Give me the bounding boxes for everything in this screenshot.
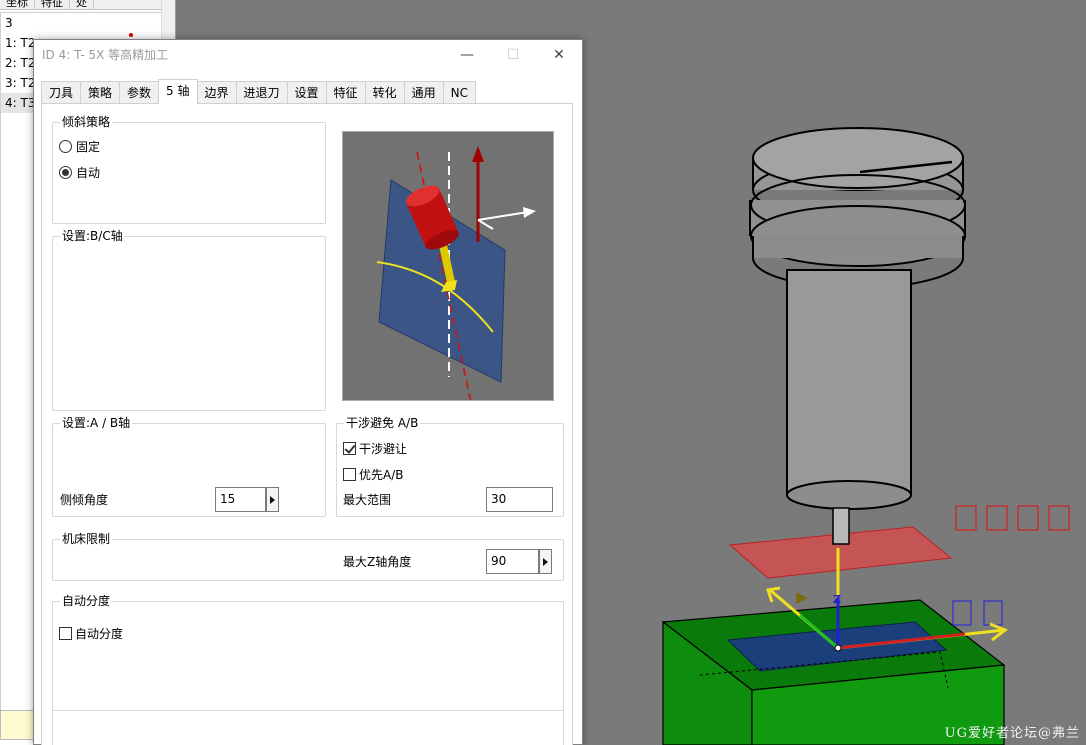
minimize-button[interactable]: —: [444, 40, 490, 69]
max-z-input[interactable]: 90: [486, 549, 539, 574]
radio-auto[interactable]: 自动: [59, 164, 100, 181]
prefer-ab-checkbox[interactable]: 优先A/B: [343, 466, 404, 483]
side-tilt-input[interactable]: 15: [215, 487, 266, 512]
list-group[interactable]: 3: [1, 13, 161, 33]
radio-circle[interactable]: [59, 140, 72, 153]
tab-features[interactable]: 特征: [325, 81, 366, 104]
max-range-input[interactable]: 30: [486, 487, 553, 512]
ab-axis-group: 设置:A / B轴 侧倾角度 15: [52, 415, 326, 517]
bc-axis-group: 设置:B/C轴: [52, 228, 326, 411]
status-dot: [129, 33, 133, 37]
header-col-1[interactable]: 特征: [35, 0, 70, 9]
ab-axis-title: 设置:A / B轴: [60, 415, 133, 431]
bc-axis-title: 设置:B/C轴: [60, 228, 125, 244]
auto-index-label: 自动分度: [75, 627, 124, 641]
collision-avoid-checkbox[interactable]: 干涉避让: [343, 440, 407, 457]
radio-auto-label: 自动: [76, 166, 101, 180]
tab-transform[interactable]: 转化: [364, 81, 405, 104]
checkbox-box[interactable]: [343, 442, 356, 455]
checkbox-box[interactable]: [59, 627, 72, 640]
tab-strip: 刀具 策略 参数 5 轴 边界 进退刀 设置 特征 转化 通用 NC: [41, 79, 476, 104]
max-z-label: 最大Z轴角度: [343, 555, 412, 569]
auto-index-title: 自动分度: [60, 593, 113, 609]
machine-limit-title: 机床限制: [60, 531, 113, 547]
tab-settings[interactable]: 设置: [286, 81, 327, 104]
radio-fixed[interactable]: 固定: [59, 138, 100, 155]
tab-tool[interactable]: 刀具: [41, 81, 82, 104]
tab-boundary[interactable]: 边界: [196, 81, 237, 104]
strategy-preview-image: [342, 131, 554, 401]
machine-limit-group: 机床限制 最大Z轴角度 90: [52, 531, 564, 581]
tilt-strategy-title: 倾斜策略: [60, 114, 113, 130]
close-button[interactable]: ✕: [536, 40, 582, 69]
list-header: 坐标 特征 处: [0, 0, 175, 10]
tilt-strategy-group: 倾斜策略 固定 自动: [52, 114, 326, 224]
collision-group: 干涉避免 A/B 干涉避让 优先A/B 最大范围 30: [336, 415, 564, 517]
header-col-0[interactable]: 坐标: [0, 0, 35, 9]
radio-circle[interactable]: [59, 166, 72, 179]
dialog-title: ID 4: T- 5X 等高精加工: [42, 48, 169, 62]
title-bar[interactable]: ID 4: T- 5X 等高精加工 — ☐ ✕: [34, 40, 582, 69]
collision-title: 干涉避免 A/B: [344, 415, 421, 431]
max-range-label: 最大范围: [343, 493, 392, 507]
auto-index-checkbox[interactable]: 自动分度: [59, 625, 123, 642]
divider: [52, 710, 564, 711]
tab-content: 倾斜策略 固定 自动 设置:B/C轴 设置:A / B轴 侧倾角度 15 干涉避…: [41, 103, 573, 745]
prefer-ab-label: 优先A/B: [359, 468, 404, 482]
tab-5-axis[interactable]: 5 轴: [158, 79, 198, 104]
tab-general[interactable]: 通用: [403, 81, 444, 104]
tab-lead-in-out[interactable]: 进退刀: [235, 81, 288, 104]
auto-index-group: 自动分度 自动分度: [52, 593, 564, 745]
header-col-2[interactable]: 处: [70, 0, 94, 9]
collision-avoid-label: 干涉避让: [359, 442, 408, 456]
side-tilt-label: 侧倾角度: [60, 493, 109, 507]
arrow-right-icon: [270, 495, 275, 504]
tab-strategy[interactable]: 策略: [80, 81, 121, 104]
z-axis-label: Z: [833, 593, 841, 606]
side-tilt-spin-button[interactable]: [266, 487, 279, 512]
watermark: UG爱好者论坛@弗兰: [944, 726, 1080, 741]
max-z-spin-button[interactable]: [539, 549, 552, 574]
checkbox-box[interactable]: [343, 468, 356, 481]
radio-fixed-label: 固定: [76, 140, 101, 154]
arrow-right-icon: [543, 557, 548, 566]
tab-parameters[interactable]: 参数: [119, 81, 160, 104]
bottom-button[interactable]: [0, 710, 36, 740]
maximize-button[interactable]: ☐: [490, 40, 536, 69]
tab-nc[interactable]: NC: [442, 81, 476, 104]
five-axis-dialog: ID 4: T- 5X 等高精加工 — ☐ ✕ 刀具 策略 参数 5 轴 边界 …: [33, 39, 583, 745]
